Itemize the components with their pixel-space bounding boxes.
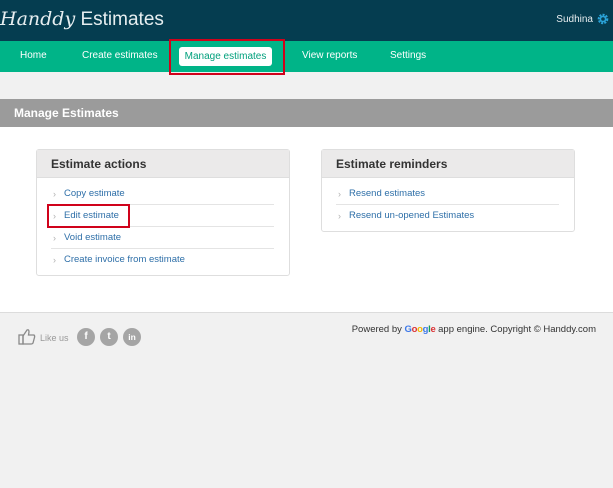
nav-create-estimates[interactable]: Create estimates bbox=[82, 50, 158, 61]
nav-settings[interactable]: Settings bbox=[390, 50, 426, 61]
nav-home[interactable]: Home bbox=[20, 50, 47, 61]
action-create-invoice[interactable]: › Create invoice from estimate bbox=[51, 249, 274, 271]
app-logo[interactable]: Handdy Estimates bbox=[0, 8, 164, 31]
powered-suffix: app engine. Copyright © Handdy.com bbox=[438, 324, 596, 335]
like-us-text: Like us bbox=[40, 333, 69, 343]
user-name[interactable]: Sudhina bbox=[556, 14, 593, 25]
reminder-resend-unopened[interactable]: › Resend un-opened Estimates bbox=[336, 205, 559, 227]
estimate-actions-title: Estimate actions bbox=[37, 150, 289, 178]
chevron-right-icon: › bbox=[53, 255, 56, 265]
facebook-icon[interactable]: f bbox=[77, 328, 95, 346]
estimate-reminders-list: › Resend estimates › Resend un-opened Es… bbox=[336, 183, 559, 227]
chevron-right-icon: › bbox=[338, 211, 341, 221]
chevron-right-icon: › bbox=[53, 233, 56, 243]
highlight-box-nav bbox=[169, 39, 285, 75]
thumbs-up-icon[interactable] bbox=[18, 328, 36, 345]
main-nav: Home Create estimates View reports Setti… bbox=[0, 41, 613, 72]
chevron-right-icon: › bbox=[338, 189, 341, 199]
linkedin-icon[interactable]: in bbox=[123, 328, 141, 346]
reminder-resend-estimates[interactable]: › Resend estimates bbox=[336, 183, 559, 205]
top-header: Handdy Estimates Sudhina bbox=[0, 0, 613, 41]
estimate-reminders-title: Estimate reminders bbox=[322, 150, 574, 178]
powered-prefix: Powered by bbox=[351, 324, 402, 335]
chevron-right-icon: › bbox=[53, 189, 56, 199]
action-label: Create invoice from estimate bbox=[64, 254, 185, 265]
nav-view-reports[interactable]: View reports bbox=[302, 50, 357, 61]
powered-by-text: Powered by Google app engine. Copyright … bbox=[352, 324, 596, 335]
reminder-label: Resend un-opened Estimates bbox=[349, 210, 475, 221]
action-copy-estimate[interactable]: › Copy estimate bbox=[51, 183, 274, 205]
highlight-box-edit bbox=[47, 204, 130, 228]
action-void-estimate[interactable]: › Void estimate bbox=[51, 227, 274, 249]
action-label: Void estimate bbox=[64, 232, 122, 243]
action-label: Copy estimate bbox=[64, 188, 125, 199]
logo-script-text: Handdy bbox=[0, 8, 76, 30]
logo-plain-text: Estimates bbox=[80, 9, 164, 30]
estimate-reminders-panel: Estimate reminders › Resend estimates › … bbox=[321, 149, 575, 232]
reminder-label: Resend estimates bbox=[349, 188, 426, 199]
page-title: Manage Estimates bbox=[0, 99, 613, 127]
google-logo: Google bbox=[404, 324, 436, 335]
twitter-icon[interactable]: t bbox=[100, 328, 118, 346]
gear-icon[interactable] bbox=[596, 12, 610, 26]
